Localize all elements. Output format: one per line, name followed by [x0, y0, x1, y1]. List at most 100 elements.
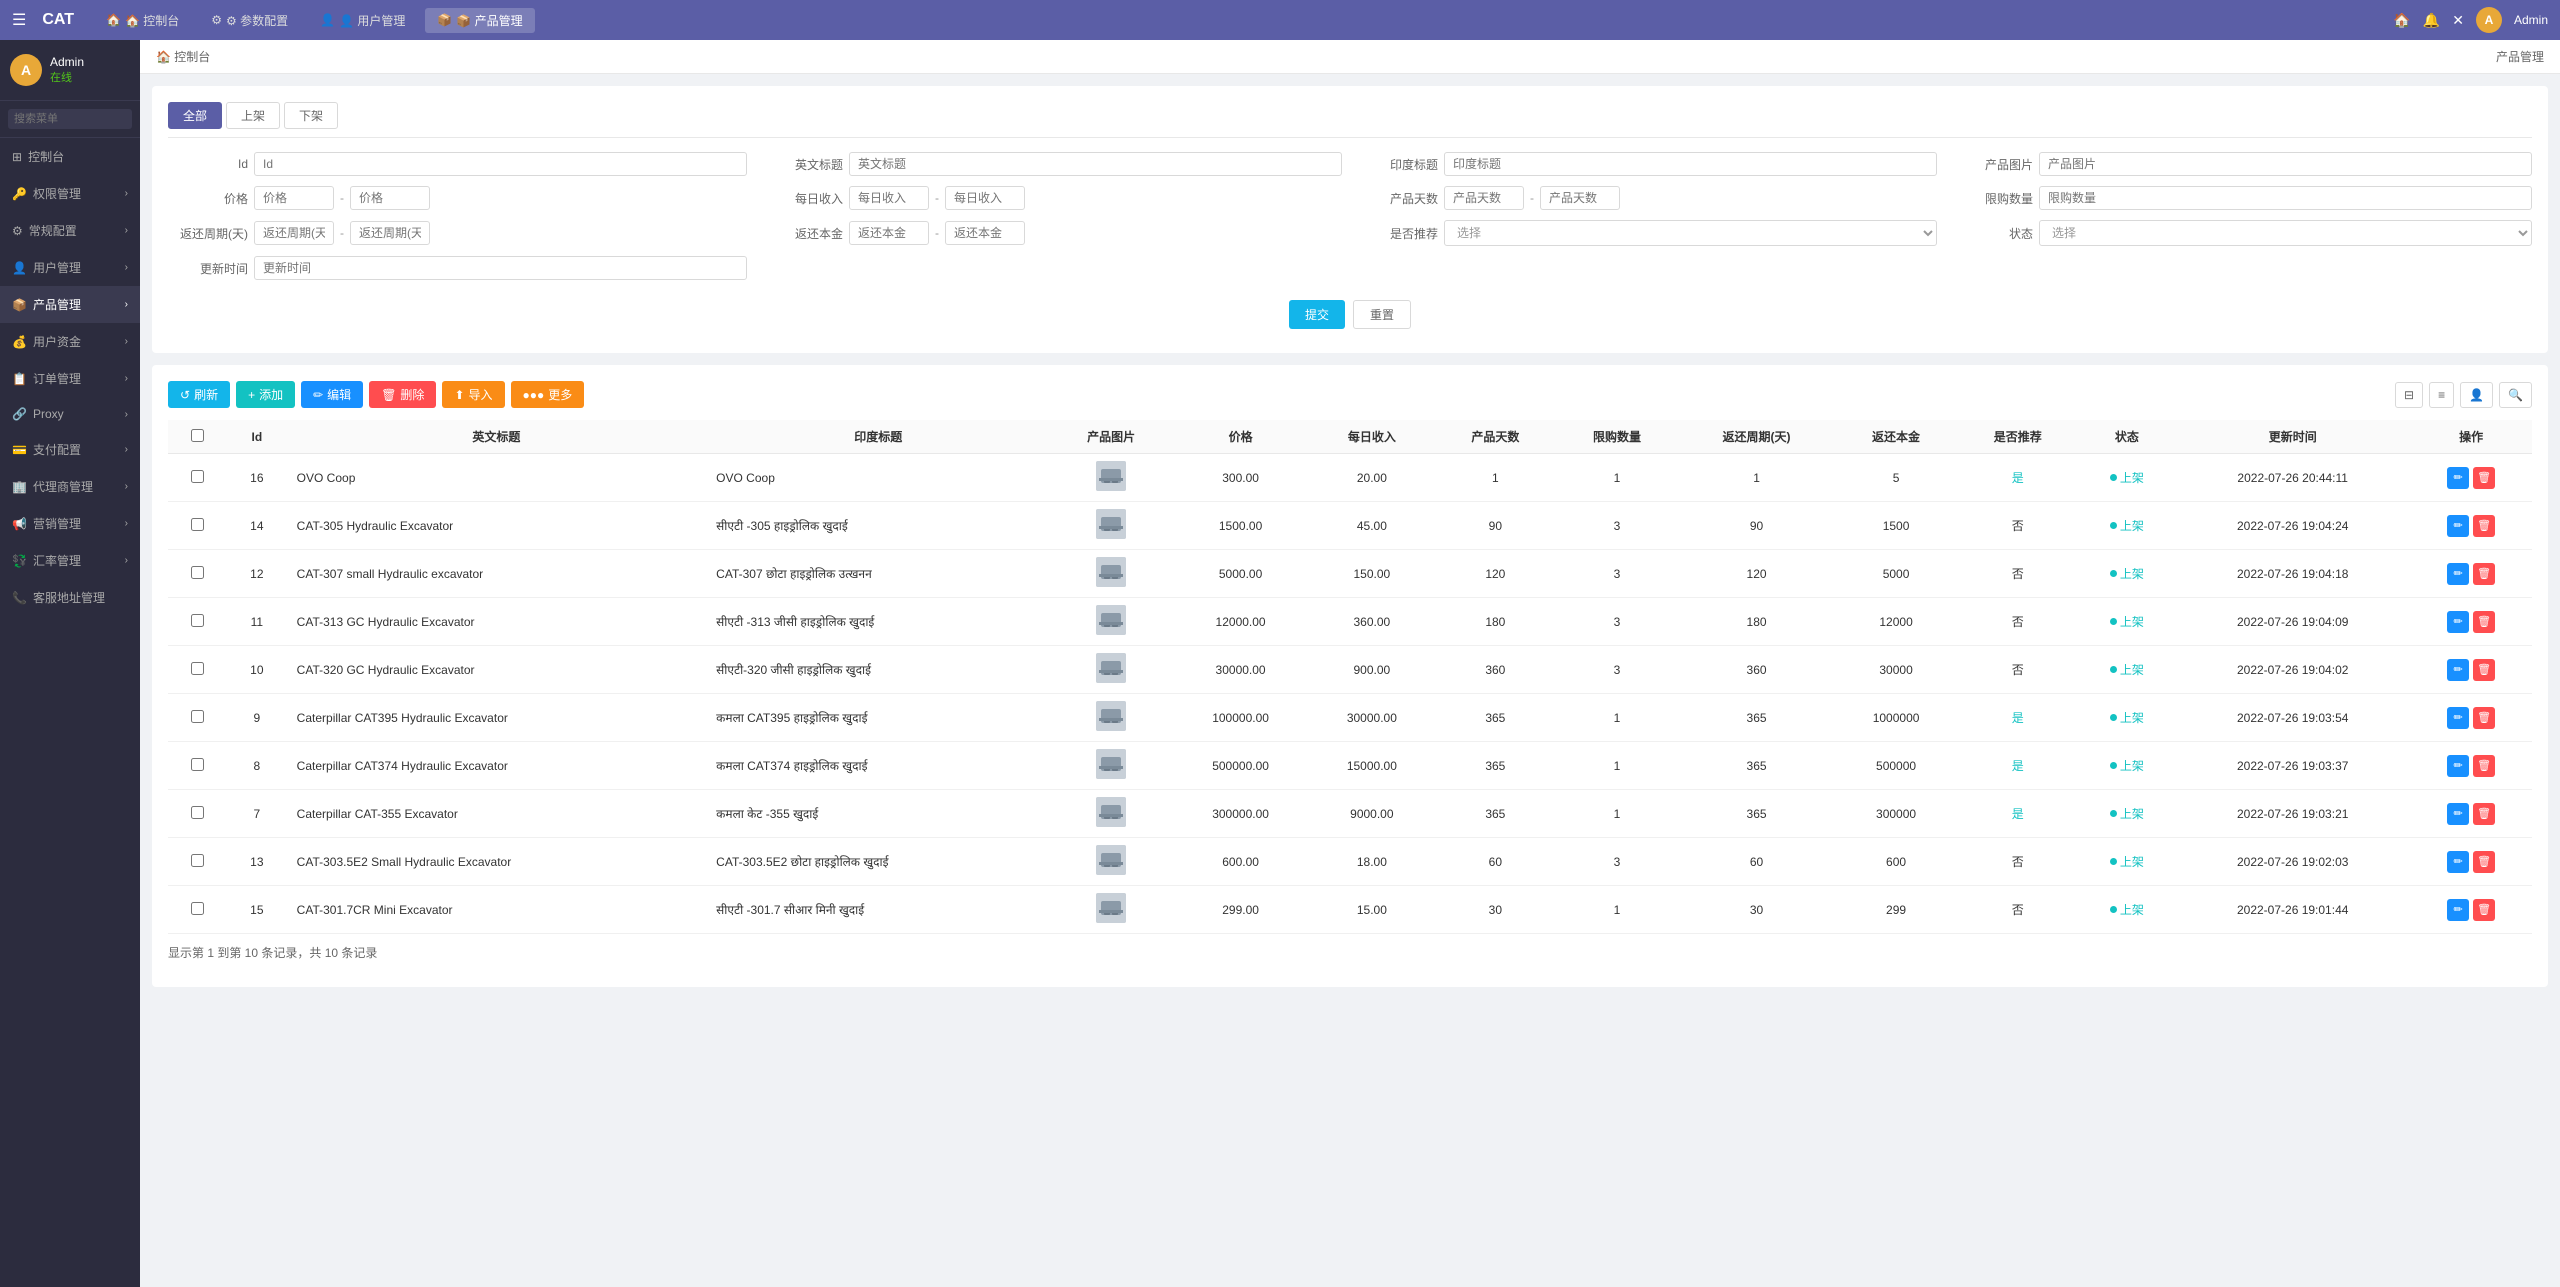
notification-icon[interactable]: 🔔 — [2423, 12, 2440, 29]
edit-button[interactable]: ✏ 编辑 — [301, 381, 363, 408]
select-all-checkbox[interactable] — [191, 429, 204, 442]
row-select-checkbox[interactable] — [191, 806, 204, 819]
edit-row-button[interactable]: ✏ — [2447, 467, 2469, 489]
delete-row-button[interactable]: 🗑 — [2473, 899, 2495, 921]
import-button[interactable]: ⬆ 导入 — [442, 381, 504, 408]
col-recommend: 是否推荐 — [1957, 420, 2079, 454]
recommend-yes-link[interactable]: 是 — [2012, 471, 2024, 485]
row-select-checkbox[interactable] — [191, 710, 204, 723]
row-refund-period: 1 — [1678, 454, 1835, 502]
hamburger-icon[interactable]: ☰ — [12, 10, 26, 30]
recommend-yes-link[interactable]: 是 — [2012, 807, 2024, 821]
sidebar-item-marketing[interactable]: 📢 营销管理 › — [0, 505, 140, 542]
delete-row-button[interactable]: 🗑 — [2473, 707, 2495, 729]
sidebar-item-users[interactable]: 👤 用户管理 › — [0, 249, 140, 286]
recommend-select[interactable]: 选择 是 否 — [1444, 220, 1937, 246]
more-button[interactable]: ●●● 更多 — [511, 381, 585, 408]
delete-button[interactable]: 🗑 删除 — [369, 381, 436, 408]
edit-row-button[interactable]: ✏ — [2447, 515, 2469, 537]
id-input[interactable] — [254, 152, 747, 176]
sidebar-item-funds[interactable]: 💰 用户资金 › — [0, 323, 140, 360]
sidebar-item-config[interactable]: ⚙ 常规配置 › — [0, 212, 140, 249]
edit-row-button[interactable]: ✏ — [2447, 659, 2469, 681]
delete-row-button[interactable]: 🗑 — [2473, 851, 2495, 873]
edit-row-button[interactable]: ✏ — [2447, 755, 2469, 777]
status-select[interactable]: 选择 上架 下架 — [2039, 220, 2532, 246]
sidebar-item-products[interactable]: 📦 产品管理 › — [0, 286, 140, 323]
edit-row-button[interactable]: ✏ — [2447, 803, 2469, 825]
nav-products[interactable]: 📦 📦 产品管理 — [425, 8, 534, 33]
row-refund-amount: 299 — [1835, 886, 1957, 934]
product-days-to-input[interactable] — [1540, 186, 1620, 210]
delete-row-button[interactable]: 🗑 — [2473, 515, 2495, 537]
row-select-checkbox[interactable] — [191, 758, 204, 771]
nav-dashboard[interactable]: 🏠 🏠 控制台 — [94, 8, 191, 33]
update-time-input[interactable] — [254, 256, 747, 280]
home-icon[interactable]: 🏠 — [2393, 12, 2410, 29]
row-en-title: Caterpillar CAT395 Hydraulic Excavator — [287, 694, 707, 742]
sidebar-item-payment[interactable]: 💳 支付配置 › — [0, 431, 140, 468]
dashboard-icon: 🏠 — [106, 13, 121, 27]
product-days-from-input[interactable] — [1444, 186, 1524, 210]
daily-income-to-input[interactable] — [945, 186, 1025, 210]
sidebar-item-agent[interactable]: 🏢 代理商管理 › — [0, 468, 140, 505]
density-button[interactable]: ≡ — [2429, 382, 2454, 408]
row-select-checkbox[interactable] — [191, 614, 204, 627]
row-id: 13 — [227, 838, 287, 886]
tab-online[interactable]: 上架 — [226, 102, 280, 129]
sidebar-item-proxy[interactable]: 🔗 Proxy › — [0, 397, 140, 431]
refund-amount-to-input[interactable] — [945, 221, 1025, 245]
sidebar-item-dashboard[interactable]: ⊞ 控制台 — [0, 138, 140, 175]
row-select-checkbox[interactable] — [191, 518, 204, 531]
english-title-input[interactable] — [849, 152, 1342, 176]
delete-row-button[interactable]: 🗑 — [2473, 611, 2495, 633]
row-select-checkbox[interactable] — [191, 566, 204, 579]
nav-params[interactable]: ⚙ ⚙ 参数配置 — [199, 8, 300, 33]
nav-users[interactable]: 👤 👤 用户管理 — [308, 8, 417, 33]
refund-period-from-input[interactable] — [254, 221, 334, 245]
columns-button[interactable]: ⊟ — [2395, 382, 2423, 408]
recommend-yes-link[interactable]: 是 — [2012, 711, 2024, 725]
edit-row-button[interactable]: ✏ — [2447, 611, 2469, 633]
price-from-input[interactable] — [254, 186, 334, 210]
daily-income-from-input[interactable] — [849, 186, 929, 210]
refund-period-to-input[interactable] — [350, 221, 430, 245]
limit-qty-input[interactable] — [2039, 186, 2532, 210]
product-image-input[interactable] — [2039, 152, 2532, 176]
edit-row-button[interactable]: ✏ — [2447, 899, 2469, 921]
sidebar-item-support[interactable]: 📞 客服地址管理 — [0, 579, 140, 616]
sidebar-item-exchange[interactable]: 💱 汇率管理 › — [0, 542, 140, 579]
action-icons: ✏ 🗑 — [2420, 707, 2522, 729]
row-select-checkbox[interactable] — [191, 854, 204, 867]
delete-row-button[interactable]: 🗑 — [2473, 467, 2495, 489]
price-to-input[interactable] — [350, 186, 430, 210]
close-icon[interactable]: ✕ — [2452, 12, 2464, 29]
submit-button[interactable]: 提交 — [1289, 300, 1345, 329]
add-button[interactable]: + 添加 — [236, 381, 295, 408]
breadcrumb-home[interactable]: 🏠 控制台 — [156, 48, 210, 65]
delete-row-button[interactable]: 🗑 — [2473, 755, 2495, 777]
settings-button[interactable]: 👤 — [2460, 382, 2493, 408]
row-select-checkbox[interactable] — [191, 902, 204, 915]
edit-row-button[interactable]: ✏ — [2447, 563, 2469, 585]
sidebar-search-input[interactable] — [8, 109, 132, 129]
edit-row-button[interactable]: ✏ — [2447, 851, 2469, 873]
refund-amount-from-input[interactable] — [849, 221, 929, 245]
sidebar-item-auth[interactable]: 🔑 权限管理 › — [0, 175, 140, 212]
delete-row-button[interactable]: 🗑 — [2473, 659, 2495, 681]
search-button[interactable]: 🔍 — [2499, 382, 2532, 408]
reset-button[interactable]: 重置 — [1353, 300, 1411, 329]
row-select-checkbox[interactable] — [191, 470, 204, 483]
refresh-button[interactable]: ↺ 刷新 — [168, 381, 230, 408]
tab-offline[interactable]: 下架 — [284, 102, 338, 129]
delete-row-button[interactable]: 🗑 — [2473, 563, 2495, 585]
delete-row-button[interactable]: 🗑 — [2473, 803, 2495, 825]
sidebar-item-orders[interactable]: 📋 订单管理 › — [0, 360, 140, 397]
hindi-title-input[interactable] — [1444, 152, 1937, 176]
recommend-yes-link[interactable]: 是 — [2012, 759, 2024, 773]
row-select-checkbox[interactable] — [191, 662, 204, 675]
price-label: 价格 — [168, 190, 248, 207]
edit-row-button[interactable]: ✏ — [2447, 707, 2469, 729]
row-checkbox — [168, 694, 227, 742]
tab-all[interactable]: 全部 — [168, 102, 222, 129]
